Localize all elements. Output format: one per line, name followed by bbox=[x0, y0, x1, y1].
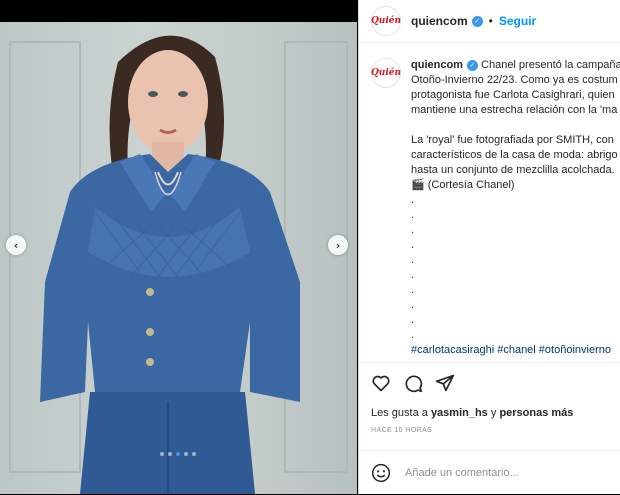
caption-line: 🎬 (Cortesía Chanel) bbox=[411, 179, 515, 191]
carousel-prev-button[interactable]: ‹ bbox=[6, 235, 26, 255]
caption-dot-line: . bbox=[411, 329, 415, 341]
caption-username[interactable]: quiencom bbox=[411, 59, 463, 71]
photo-illustration bbox=[9, 35, 348, 494]
post-side-panel: Quién quiencom ✓ • Seguir Quién quiencom… bbox=[358, 0, 620, 494]
caption-dot-line: . bbox=[411, 224, 415, 236]
caption-line: mantiene una estrecha relación con la 'm… bbox=[411, 104, 618, 116]
post-photo: ‹ › bbox=[0, 22, 357, 494]
likes-summary[interactable]: Les gusta a yasmin_hs y personas más bbox=[359, 397, 620, 419]
post-timestamp: HACE 10 HORAS bbox=[371, 427, 433, 434]
caption-text: quiencom ✓ Chanel presentó la campaña Oto… bbox=[411, 58, 620, 358]
emoji-icon[interactable] bbox=[371, 463, 391, 483]
comment-icon[interactable] bbox=[403, 373, 423, 393]
carousel-next-button[interactable]: › bbox=[328, 235, 348, 255]
likes-user[interactable]: yasmin_hs bbox=[431, 407, 488, 419]
post-header: Quién quiencom ✓ • Seguir bbox=[359, 0, 620, 43]
follow-button[interactable]: Seguir bbox=[499, 14, 536, 28]
caption-avatar[interactable]: Quién bbox=[371, 58, 401, 88]
account-avatar[interactable]: Quién bbox=[371, 6, 401, 36]
caption-line: Otoño-Invierno 22/23. Como ya es costum bbox=[411, 74, 618, 86]
caption-verified-icon: ✓ bbox=[466, 59, 478, 71]
caption-dot-line: . bbox=[411, 284, 415, 296]
caption-area: Quién quiencom ✓ Chanel presentó la campa… bbox=[359, 43, 620, 361]
carousel-dot bbox=[184, 452, 188, 456]
likes-connector: y bbox=[490, 407, 497, 419]
account-username[interactable]: quiencom bbox=[411, 14, 468, 28]
carousel-dot bbox=[168, 452, 172, 456]
caption-dot-line: . bbox=[411, 194, 415, 206]
caption-dot-line: . bbox=[411, 299, 415, 311]
caption-logo-text: Quién bbox=[370, 68, 402, 78]
caption-dot-line: . bbox=[411, 239, 415, 251]
caption-dot-line: . bbox=[411, 269, 415, 281]
carousel-dots bbox=[160, 452, 196, 456]
account-logo-text: Quién bbox=[370, 16, 402, 26]
caption-dot-line: . bbox=[411, 314, 415, 326]
caption-dot-line: . bbox=[411, 209, 415, 221]
likes-others[interactable]: personas más bbox=[499, 407, 573, 419]
caption-line: característicos de la casa de moda: abri… bbox=[411, 149, 618, 161]
carousel-dot bbox=[192, 452, 196, 456]
verified-badge-icon: ✓ bbox=[471, 15, 483, 27]
caption-line: La 'royal' fue fotografiada por SMITH, c… bbox=[411, 134, 614, 146]
comment-input[interactable] bbox=[403, 466, 597, 480]
post-actions: Les gusta a yasmin_hs y personas más HAC… bbox=[359, 362, 620, 434]
carousel-dot bbox=[160, 452, 164, 456]
caption-line: Chanel presentó la campaña bbox=[481, 59, 620, 71]
caption-hashtags[interactable]: #carlotacasiraghi #chanel #otoñoinvierno bbox=[411, 343, 620, 358]
header-separator: • bbox=[488, 14, 493, 28]
carousel-dot-active bbox=[176, 452, 180, 456]
heart-icon[interactable] bbox=[371, 373, 391, 393]
caption-line: protagonista fue Carlota Casighrari, qui… bbox=[411, 89, 615, 101]
share-icon[interactable] bbox=[435, 373, 455, 393]
likes-prefix: Les gusta a bbox=[371, 407, 428, 419]
caption-dot-line: . bbox=[411, 254, 415, 266]
comment-bar bbox=[359, 450, 620, 495]
caption-line: hasta un conjunto de mezclilla acolchada… bbox=[411, 164, 615, 176]
